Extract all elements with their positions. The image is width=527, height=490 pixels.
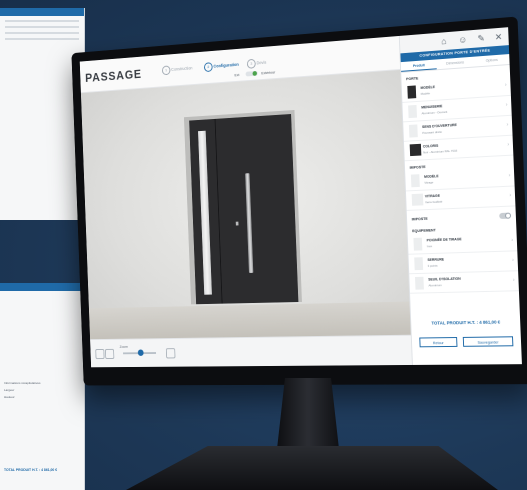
background-screen-bottom: Informations récapitulatives Largeur Hau… [0,283,85,490]
chevron-right-icon: › [511,237,514,244]
mini-text: Hauteur [4,395,15,399]
reset-icon[interactable] [104,348,115,359]
option-name: MODÈLE [424,174,439,179]
option-value: Modèle [420,91,431,96]
option-value: Aluminium [428,283,442,288]
chevron-right-icon: › [508,172,511,179]
thumbnail [411,193,424,206]
option-name: MENUISERIE [421,104,443,110]
option-name: SERRURE [427,257,445,262]
color-swatch [409,143,422,157]
option-row[interactable]: SEUIL D'ISOLATION Aluminium › [409,271,520,294]
breadcrumb-step-1[interactable]: Construction [171,66,192,72]
chevron-right-icon: › [506,121,509,129]
option-value: Inox [426,244,433,249]
monitor: PASSAGE 1 Construction 2 Configuration 3… [71,16,527,386]
option-name: COLORIS [422,143,439,149]
door-preview[interactable] [80,69,411,340]
chevron-right-icon: › [505,102,508,109]
edit-icon[interactable]: ✎ [477,33,485,44]
option-name: SEUIL D'ISOLATION [428,276,461,282]
camera-icon[interactable] [95,348,105,360]
breadcrumb-step-2[interactable]: Configuration [213,62,238,69]
option-value: Poussant droite [422,129,443,135]
screen: PASSAGE 1 Construction 2 Configuration 3… [79,27,522,368]
option-row[interactable]: VITRAGE Verre feuilleté › [405,186,517,211]
step-bubble[interactable]: 2 [203,62,213,73]
view-label-left: Ext [234,72,240,78]
mini-line [5,20,79,22]
user-icon[interactable]: ☺ [458,34,467,45]
mini-line [5,32,79,34]
chevron-right-icon: › [507,141,510,148]
mini-text: Informations récapitulatives [4,381,41,385]
thumbnail [414,257,424,271]
close-icon[interactable]: ✕ [495,32,503,43]
tab-options[interactable]: Options [473,54,510,67]
tab-dimensions[interactable]: Dimensions [437,57,474,70]
mini-text: Largeur [4,388,15,392]
mini-total: TOTAL PRODUIT H.T. : 4 861,00 € [4,468,58,472]
thumbnail [408,124,418,138]
mini-header [0,283,84,291]
option-name: MODÈLE [420,85,436,90]
mini-header [0,8,84,16]
option-value: Verre feuilleté [425,199,443,205]
chevron-right-icon: › [512,277,515,284]
bottom-toolbar: Zoom [90,334,413,368]
mini-line [5,26,79,28]
option-value: Noir - Aluminium RAL 7016 [423,148,458,155]
zoom-label: Zoom [119,344,129,349]
home-icon[interactable]: ⌂ [441,36,447,46]
view-toggle[interactable] [245,70,258,77]
imposte-toggle[interactable] [499,212,512,220]
mini-line [5,38,79,40]
step-bubble[interactable]: 1 [161,65,171,76]
fullscreen-icon[interactable] [165,348,176,359]
thumbnail [408,104,418,119]
option-value: Aluminium - Ouvrant [421,109,448,116]
option-value: Vitrage [424,180,434,185]
floor [88,301,411,340]
option-name: SENS D'OUVERTURE [422,123,457,130]
option-name: VITRAGE [424,193,441,199]
chevron-right-icon: › [512,257,514,264]
zoom-slider-handle[interactable] [137,349,144,356]
option-value: 3 points [427,263,438,268]
background-screen-top [0,8,85,220]
breadcrumb-step-3[interactable]: Devis [256,60,266,65]
total-price: TOTAL PRODUIT H.T. : 4 861,00 € [431,319,501,326]
option-name: POIGNÉE DE TIRAGE [426,237,462,243]
app-logo: PASSAGE [84,66,143,85]
view-label-right: Extérieur [261,69,276,76]
thumbnail [410,174,420,188]
chevron-right-icon: › [509,192,512,199]
step-bubble[interactable]: 3 [246,58,256,69]
thumbnail [413,237,423,251]
lock [235,221,239,226]
back-button[interactable]: Retour [419,337,458,348]
tab-produit[interactable]: Produit [400,59,438,72]
imposte-toggle-row: IMPOSTE [407,210,517,224]
door-thumbnail [407,85,417,99]
chevron-right-icon: › [504,82,507,89]
toggle-label: IMPOSTE [411,216,428,222]
save-button[interactable]: Sauvegarder [462,336,514,347]
thumbnail [414,276,424,290]
config-panel: ⌂ ☺ ✎ ✕ CONFIGURATION PORTE D'ENTRÉE Pro… [398,27,522,365]
